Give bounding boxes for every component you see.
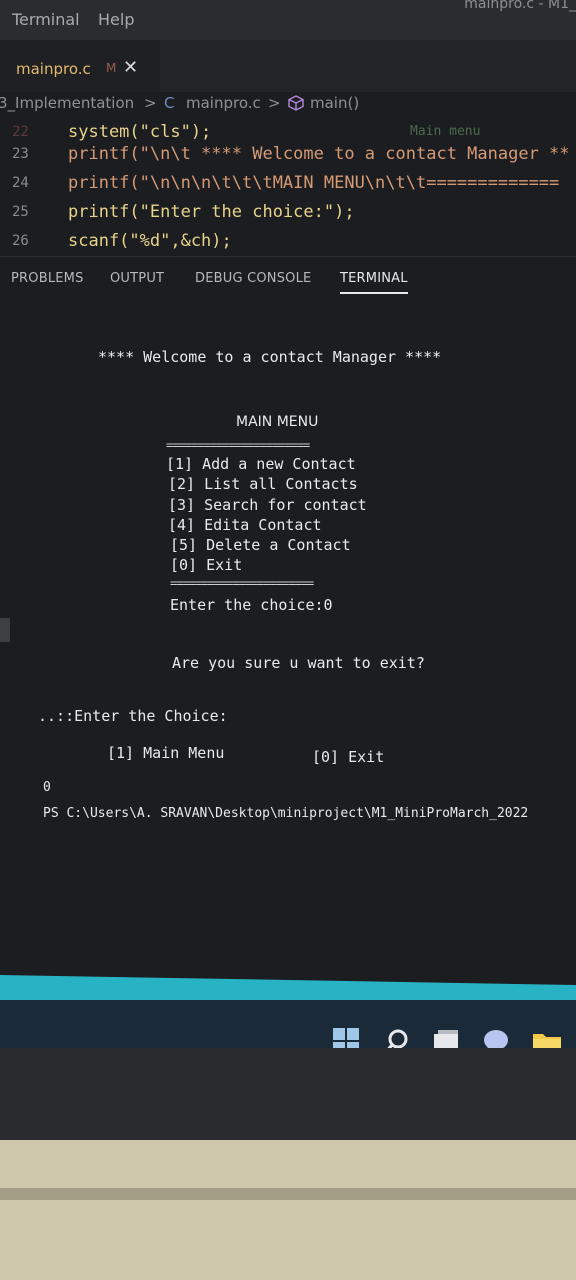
code-text: system("cls"); <box>68 122 212 142</box>
tab-output[interactable]: OUTPUT <box>110 271 164 286</box>
code-line: 26 scanf("%d",&ch); <box>0 229 576 257</box>
code-comment: Main menu <box>410 124 481 139</box>
line-number: 23 <box>12 146 29 162</box>
code-line: 23 printf("\n\t **** Welcome to a contac… <box>0 142 576 170</box>
close-icon[interactable]: ✕ <box>123 57 138 78</box>
code-editor[interactable]: 22 system("cls"); Main menu 23 printf("\… <box>0 116 576 256</box>
chevron-right-icon: > <box>144 94 157 112</box>
code-text: scanf("%d",&ch); <box>68 231 232 251</box>
menu-option: [0] Exit <box>170 556 243 574</box>
tab-filename: mainpro.c <box>16 60 91 78</box>
breadcrumb: 3_Implementation > C mainpro.c > main() <box>0 92 576 116</box>
breadcrumb-function[interactable]: main() <box>310 94 359 112</box>
line-number: 26 <box>12 233 29 249</box>
menu-terminal[interactable]: Terminal <box>12 10 80 29</box>
tab-terminal[interactable]: TERMINAL <box>340 271 408 294</box>
tab-problems[interactable]: PROBLEMS <box>11 271 84 286</box>
scroll-indicator <box>0 618 10 642</box>
exit-option: [0] Exit <box>312 748 385 766</box>
input-echo: 0 <box>43 780 51 795</box>
modified-badge: M <box>106 61 117 75</box>
choice-prompt: Enter the choice:0 <box>170 596 333 614</box>
exit-confirm-text: Are you sure u want to exit? <box>172 654 425 672</box>
line-number: 25 <box>12 204 29 220</box>
screen-bezel <box>0 1048 576 1148</box>
welcome-text: **** Welcome to a contact Manager **** <box>98 348 442 366</box>
menu-option: [1] Add a new Contact <box>166 455 356 473</box>
laptop-hinge <box>0 1188 576 1200</box>
menu-option: [4] Edita Contact <box>168 516 322 534</box>
enter-choice-text: ..::Enter the Choice: <box>38 707 228 725</box>
cube-icon <box>287 94 305 116</box>
window-title: mainpro.c - M1_ <box>464 0 576 12</box>
menu-help[interactable]: Help <box>98 10 134 29</box>
chevron-right-icon: > <box>268 94 281 112</box>
code-line: 25 printf("Enter the choice:"); <box>0 200 576 228</box>
code-line: 24 printf("\n\n\n\t\t\tMAIN MENU\n\t\t==… <box>0 171 576 199</box>
separator-bottom: ======================= <box>170 576 314 590</box>
tab-debug-console[interactable]: DEBUG CONSOLE <box>195 271 311 286</box>
line-number: 24 <box>12 175 29 191</box>
menu-option: [2] List all Contacts <box>168 475 358 493</box>
laptop-body <box>0 1140 576 1280</box>
breadcrumb-folder[interactable]: 3_Implementation <box>0 94 134 112</box>
line-number: 22 <box>12 124 29 140</box>
code-text: printf("\n\t **** Welcome to a contact M… <box>68 144 570 164</box>
menu-option: [3] Search for contact <box>168 496 367 514</box>
breadcrumb-file[interactable]: mainpro.c <box>186 94 261 112</box>
menu-option: [5] Delete a Contact <box>170 536 351 554</box>
menu-bar: Terminal Help mainpro.c - M1_ <box>0 0 576 40</box>
panel-tab-bar: PROBLEMS OUTPUT DEBUG CONSOLE TERMINAL <box>0 256 576 300</box>
code-text: printf("\n\n\n\t\t\tMAIN MENU\n\t\t=====… <box>68 173 560 193</box>
main-menu-option: [1] Main Menu <box>107 744 225 762</box>
menu-title: MAIN MENU <box>236 414 319 430</box>
code-text: printf("Enter the choice:"); <box>68 202 355 222</box>
tab-mainpro[interactable]: mainpro.c M ✕ <box>0 40 160 92</box>
terminal-output[interactable]: **** Welcome to a contact Manager **** M… <box>0 300 576 980</box>
powershell-prompt: PS C:\Users\A. SRAVAN\Desktop\miniprojec… <box>43 806 529 821</box>
c-file-icon: C <box>164 94 175 112</box>
editor-tab-bar: mainpro.c M ✕ <box>0 40 576 92</box>
separator-top: ======================= <box>166 438 310 452</box>
